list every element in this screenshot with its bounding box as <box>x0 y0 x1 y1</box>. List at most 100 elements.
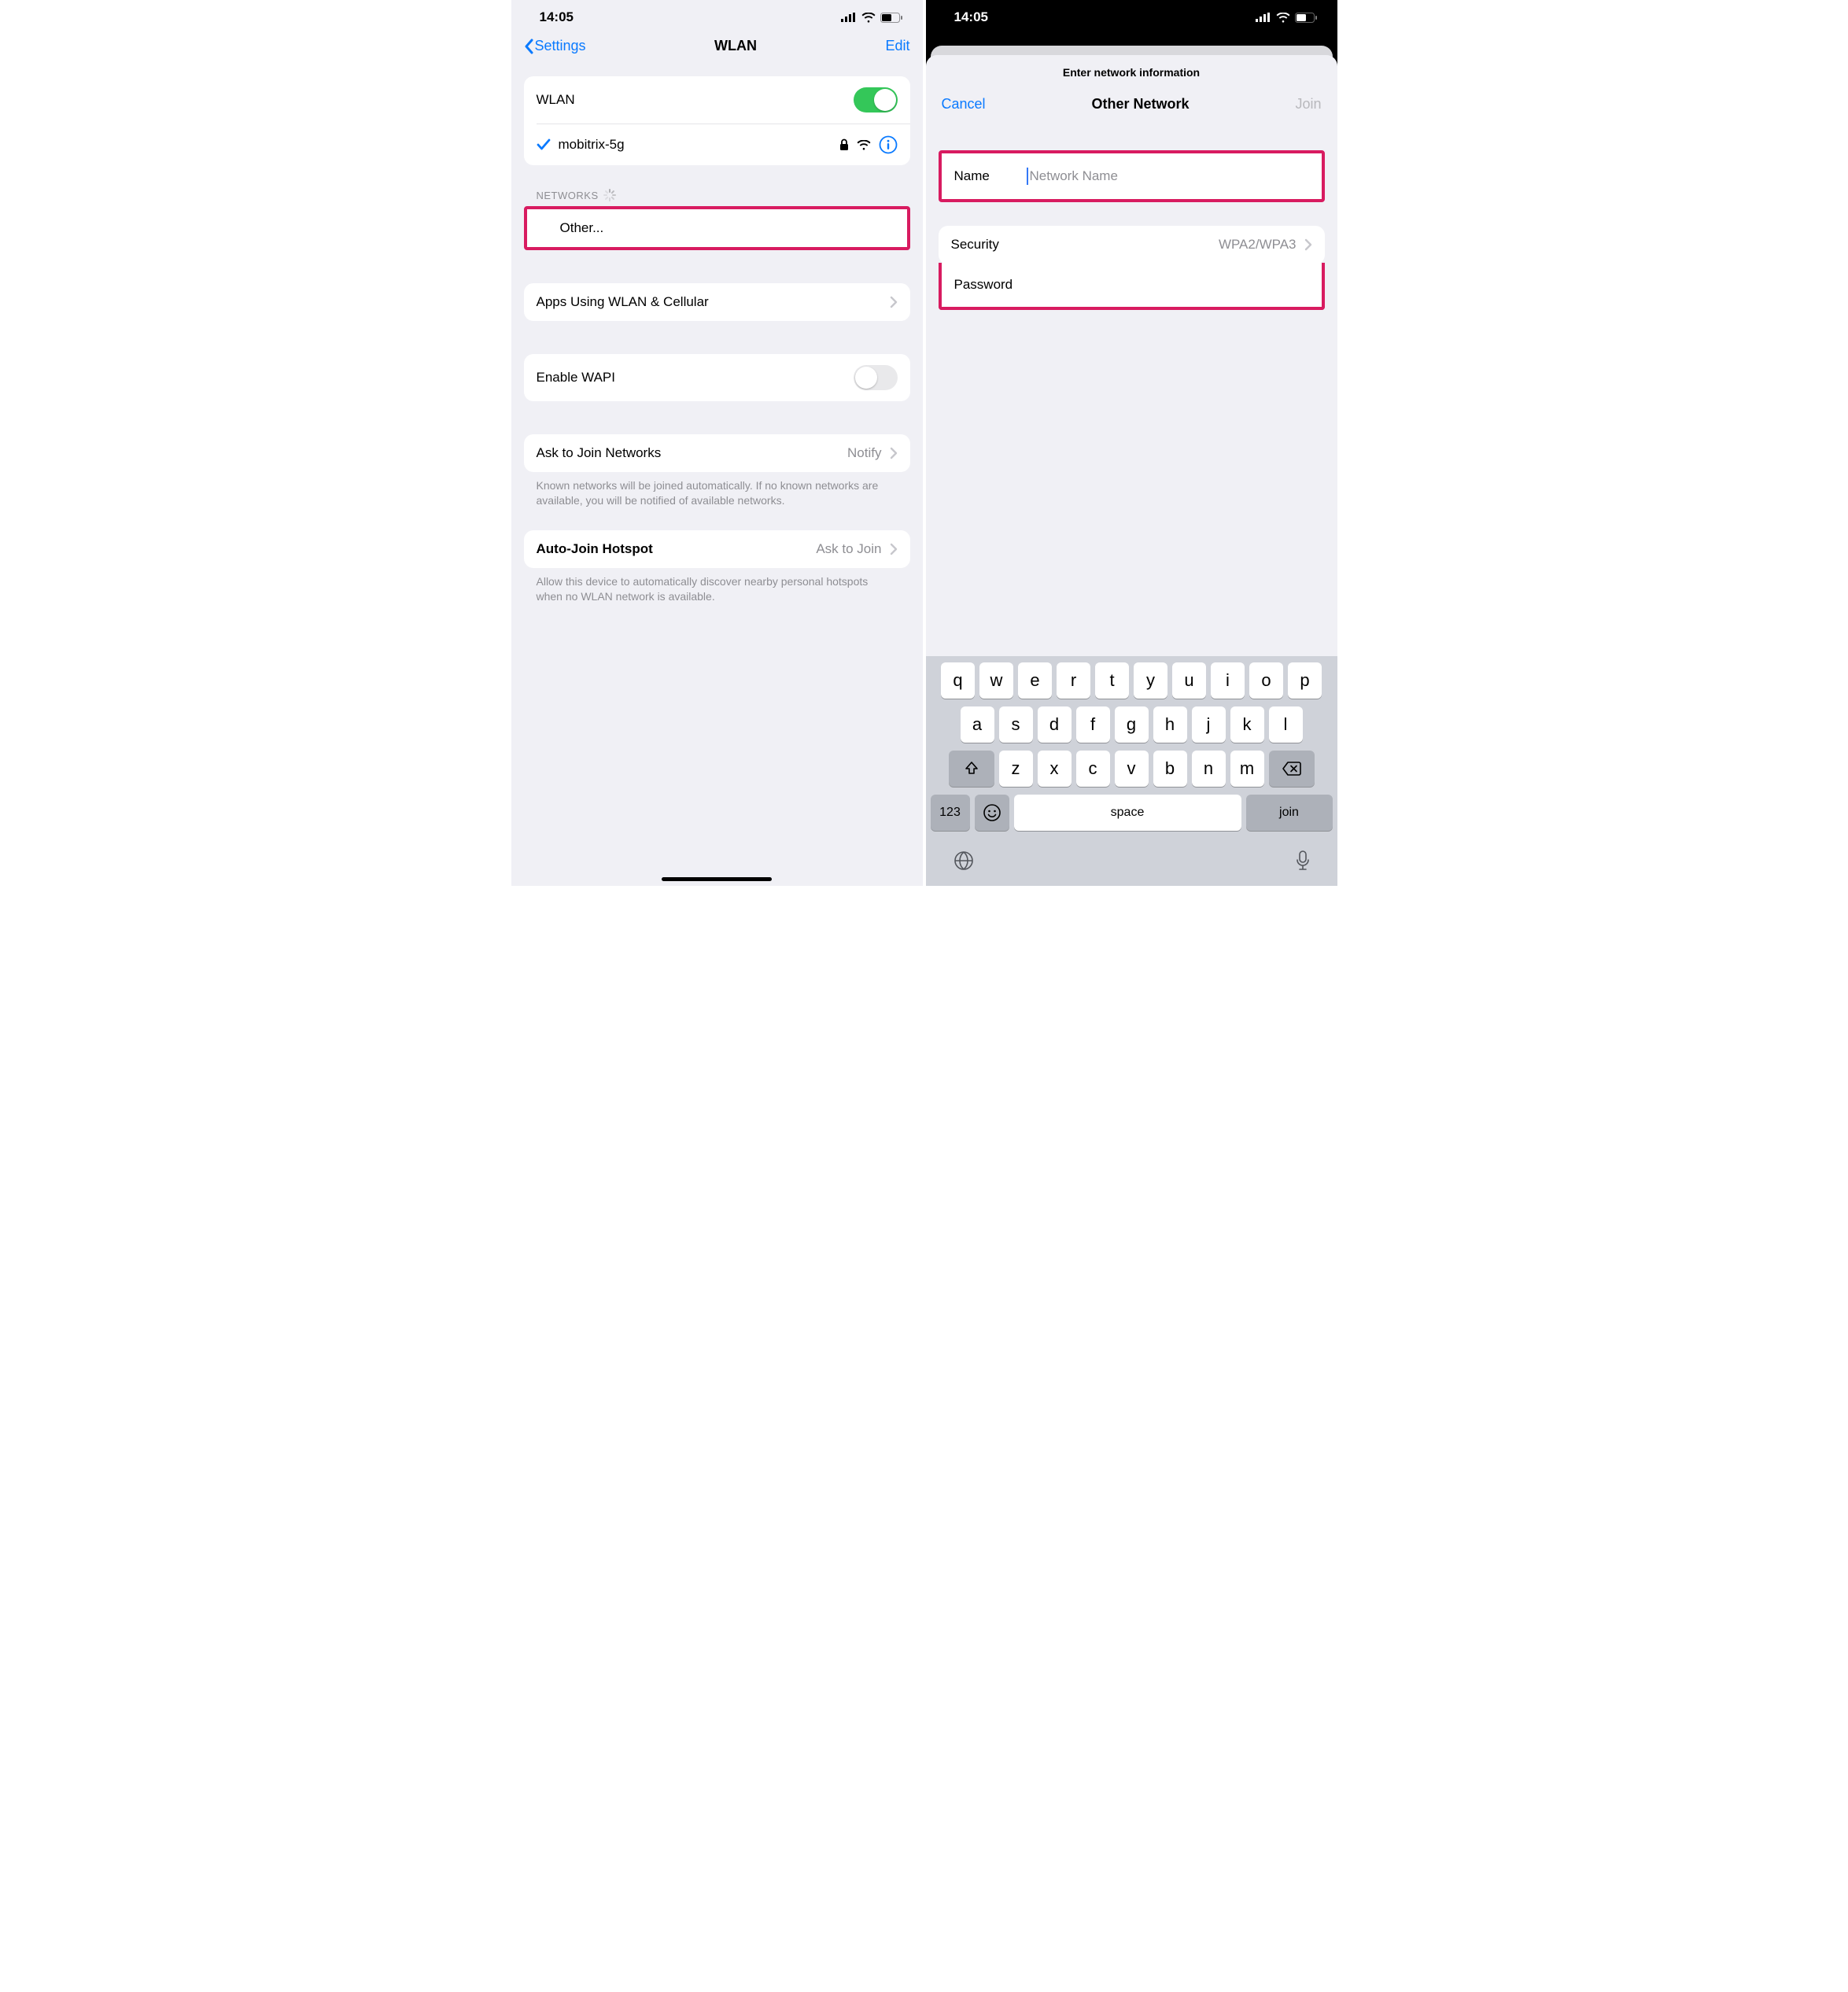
ask-to-join-label: Ask to Join Networks <box>537 445 662 461</box>
key-o[interactable]: o <box>1249 662 1283 699</box>
keyboard-row-3: zxcvbnm <box>929 751 1334 787</box>
status-time: 14:05 <box>954 9 988 25</box>
wapi-toggle[interactable] <box>854 365 898 390</box>
modal-sheet: Enter network information Cancel Other N… <box>926 55 1337 886</box>
keyboard: qwertyuiop asdfghjkl zxcvbnm 123 space j… <box>926 656 1337 886</box>
key-q[interactable]: q <box>941 662 975 699</box>
home-indicator[interactable] <box>662 877 772 881</box>
key-m[interactable]: m <box>1230 751 1264 787</box>
ask-to-join-row[interactable]: Ask to Join Networks Notify <box>524 434 910 472</box>
sheet-title: Other Network <box>1091 96 1189 113</box>
key-z[interactable]: z <box>999 751 1033 787</box>
wifi-icon <box>861 13 876 23</box>
edit-button[interactable]: Edit <box>885 38 909 54</box>
keyboard-row-1: qwertyuiop <box>929 662 1334 699</box>
key-w[interactable]: w <box>979 662 1013 699</box>
security-value: WPA2/WPA3 <box>1219 237 1297 253</box>
key-l[interactable]: l <box>1269 706 1303 743</box>
networks-header: NETWORKS <box>524 189 910 206</box>
cancel-button[interactable]: Cancel <box>942 96 986 113</box>
phone-other-network: 14:05 Enter network information Cancel O… <box>926 0 1337 886</box>
key-u[interactable]: u <box>1172 662 1206 699</box>
info-icon[interactable] <box>879 135 898 154</box>
name-input[interactable]: Network Name <box>1027 168 1118 185</box>
key-i[interactable]: i <box>1211 662 1245 699</box>
other-label: Other... <box>540 220 604 236</box>
apps-using-wlan-row[interactable]: Apps Using WLAN & Cellular <box>524 283 910 321</box>
key-h[interactable]: h <box>1153 706 1187 743</box>
cellular-icon <box>841 13 857 22</box>
keyboard-row-2: asdfghjkl <box>929 706 1334 743</box>
password-field[interactable]: Password <box>942 263 1322 307</box>
wifi-icon <box>1276 13 1290 23</box>
key-j[interactable]: j <box>1192 706 1226 743</box>
phone-wlan-settings: 14:05 Settings WLAN Edit WLAN <box>511 0 923 886</box>
shift-key[interactable] <box>949 751 994 787</box>
key-t[interactable]: t <box>1095 662 1129 699</box>
auto-join-value: Ask to Join <box>816 541 881 557</box>
password-label: Password <box>954 277 1013 293</box>
auto-join-footer: Allow this device to automatically disco… <box>524 568 910 604</box>
key-b[interactable]: b <box>1153 751 1187 787</box>
back-button[interactable]: Settings <box>524 38 586 54</box>
page-title: WLAN <box>714 38 757 54</box>
nav-bar: Settings WLAN Edit <box>511 30 923 62</box>
join-button[interactable]: Join <box>1295 96 1321 113</box>
chevron-right-icon <box>1304 238 1312 251</box>
security-row[interactable]: Security WPA2/WPA3 <box>939 226 1325 264</box>
status-bar: 14:05 <box>511 0 923 30</box>
ask-to-join-footer: Known networks will be joined automatica… <box>524 472 910 508</box>
name-label: Name <box>954 168 1027 184</box>
enable-wapi-label: Enable WAPI <box>537 370 615 385</box>
numbers-key[interactable]: 123 <box>931 795 970 831</box>
other-network-row[interactable]: Other... <box>527 209 907 247</box>
ask-to-join-value: Notify <box>847 445 881 461</box>
mic-icon[interactable] <box>1295 850 1311 872</box>
apps-using-label: Apps Using WLAN & Cellular <box>537 294 709 310</box>
wlan-toggle[interactable] <box>854 87 898 113</box>
checkmark-icon <box>537 138 551 151</box>
network-name-field[interactable]: Name Network Name <box>942 153 1322 199</box>
key-g[interactable]: g <box>1115 706 1149 743</box>
key-e[interactable]: e <box>1018 662 1052 699</box>
status-time: 14:05 <box>540 9 574 25</box>
emoji-key[interactable] <box>975 795 1009 831</box>
key-n[interactable]: n <box>1192 751 1226 787</box>
status-bar: 14:05 <box>926 0 1337 30</box>
key-p[interactable]: p <box>1288 662 1322 699</box>
chevron-left-icon <box>524 39 533 54</box>
status-icons <box>841 13 902 23</box>
shift-icon <box>964 761 979 777</box>
wlan-label: WLAN <box>537 92 575 108</box>
key-y[interactable]: y <box>1134 662 1167 699</box>
key-d[interactable]: d <box>1038 706 1072 743</box>
return-key[interactable]: join <box>1246 795 1333 831</box>
security-label: Security <box>951 237 999 253</box>
connected-network-row[interactable]: mobitrix-5g <box>537 124 910 165</box>
battery-icon <box>880 13 902 23</box>
key-r[interactable]: r <box>1057 662 1090 699</box>
battery-icon <box>1295 13 1317 23</box>
key-k[interactable]: k <box>1230 706 1264 743</box>
backspace-icon <box>1282 762 1301 776</box>
key-x[interactable]: x <box>1038 751 1072 787</box>
auto-join-hotspot-row[interactable]: Auto-Join Hotspot Ask to Join <box>524 530 910 568</box>
back-label: Settings <box>535 38 586 54</box>
key-f[interactable]: f <box>1076 706 1110 743</box>
globe-icon[interactable] <box>953 850 975 872</box>
enable-wapi-row[interactable]: Enable WAPI <box>524 354 910 401</box>
space-key[interactable]: space <box>1014 795 1241 831</box>
delete-key[interactable] <box>1269 751 1315 787</box>
connected-network-name: mobitrix-5g <box>559 137 625 153</box>
wifi-signal-icon <box>857 140 871 150</box>
lock-icon <box>839 138 849 151</box>
key-v[interactable]: v <box>1115 751 1149 787</box>
key-a[interactable]: a <box>961 706 994 743</box>
status-icons <box>1256 13 1317 23</box>
chevron-right-icon <box>890 447 898 459</box>
key-c[interactable]: c <box>1076 751 1110 787</box>
wlan-toggle-row[interactable]: WLAN <box>524 76 910 124</box>
cellular-icon <box>1256 13 1271 22</box>
auto-join-label: Auto-Join Hotspot <box>537 541 653 557</box>
key-s[interactable]: s <box>999 706 1033 743</box>
